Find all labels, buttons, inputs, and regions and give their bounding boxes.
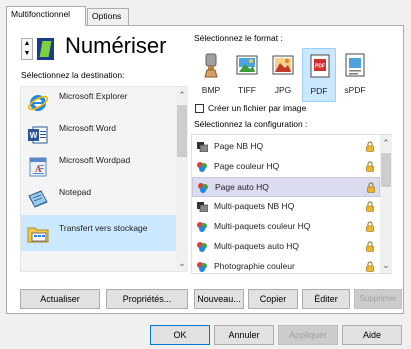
scroll-down-icon[interactable]: ⌄ — [380, 259, 392, 271]
scroll-thumb[interactable] — [177, 105, 187, 157]
color-scan-icon — [197, 162, 207, 172]
pdf-document-icon: PDF — [310, 54, 330, 78]
format-option-pdf[interactable]: PDF PDF — [302, 48, 336, 102]
color-scan-icon — [197, 222, 207, 232]
svg-text:W: W — [30, 131, 38, 140]
svg-text:PDF: PDF — [315, 64, 325, 70]
format-label-spdf: sPDF — [344, 85, 366, 95]
scroll-down-icon[interactable]: ⌄ — [176, 257, 188, 269]
scroll-up-icon[interactable]: ⌃ — [380, 137, 392, 149]
format-option-tiff[interactable]: TIFF — [230, 48, 264, 102]
destination-label: Sélectionnez la destination: — [21, 70, 125, 80]
config-label: Page couleur HQ — [214, 161, 280, 171]
color-scan-icon — [198, 183, 208, 193]
destination-scrollbar[interactable]: ⌃ ⌄ — [176, 87, 188, 271]
scan-title: Numériser — [65, 33, 167, 58]
spin-down-icon[interactable]: ▼ — [22, 49, 32, 59]
configuration-list[interactable]: Page NB HQ Page couleur HQ Page auto HQ … — [191, 134, 392, 274]
wordpad-icon: A — [29, 157, 47, 177]
list-item[interactable]: W Microsoft Word — [21, 119, 177, 151]
word-icon: W — [28, 126, 48, 144]
lock-icon — [366, 221, 374, 232]
config-label: Multi-paquets NB HQ — [214, 201, 295, 211]
destination-label-notepad: Notepad — [59, 187, 92, 197]
config-label: Photographie couleur — [214, 261, 295, 271]
create-file-checkbox[interactable] — [195, 104, 204, 113]
config-label: Multi-paquets couleur HQ — [214, 221, 311, 231]
help-button[interactable]: Aide — [342, 325, 402, 345]
ie-icon — [27, 95, 49, 111]
tiff-image-icon — [236, 55, 258, 75]
list-item[interactable]: A Microsoft Wordpad — [21, 151, 177, 183]
scan-badge-icon — [37, 38, 54, 60]
list-item[interactable]: Multi-paquets auto HQ — [192, 237, 380, 257]
configuration-scrollbar[interactable]: ⌃ ⌄ — [380, 135, 392, 273]
list-item[interactable]: Photographie couleur — [192, 257, 380, 277]
format-option-bmp[interactable]: BMP — [194, 48, 228, 102]
configuration-label: Sélectionnez la configuration : — [194, 119, 308, 129]
storage-icon — [27, 227, 49, 243]
format-label-pdf: PDF — [310, 86, 328, 96]
format-option-spdf[interactable]: sPDF — [338, 48, 372, 102]
config-label: Page NB HQ — [214, 141, 264, 151]
format-option-jpg[interactable]: JPG — [266, 48, 300, 102]
format-label-jpg: JPG — [274, 85, 292, 95]
list-item-selected[interactable]: Page auto HQ — [192, 177, 380, 197]
refresh-button[interactable]: Actualiser — [20, 289, 100, 309]
bw-scan-icon — [197, 142, 208, 152]
destination-label-explorer: Microsoft Explorer — [59, 91, 128, 101]
color-scan-icon — [197, 262, 207, 272]
notepad-icon — [28, 190, 48, 208]
list-item[interactable]: Multi-paquets NB HQ — [192, 197, 380, 217]
copy-button[interactable]: Copier — [248, 289, 298, 309]
destination-label-wordpad: Microsoft Wordpad — [59, 155, 131, 165]
spdf-document-icon — [345, 53, 365, 77]
destination-label-word: Microsoft Word — [59, 123, 116, 133]
edit-button[interactable]: Éditer — [302, 289, 350, 309]
cancel-button[interactable]: Annuler — [214, 325, 274, 345]
apply-button[interactable]: Appliquer — [278, 325, 338, 345]
lock-icon — [366, 261, 374, 272]
tab-multifonctionnel[interactable]: Multifonctionnel — [6, 6, 86, 26]
jpg-image-icon — [272, 55, 294, 75]
destination-list[interactable]: Microsoft Explorer W Microsoft Word A Mi… — [20, 86, 188, 272]
spin-up-icon[interactable]: ▲ — [22, 39, 32, 49]
new-button[interactable]: Nouveau... — [194, 289, 244, 309]
list-item[interactable]: Page couleur HQ — [192, 157, 380, 177]
bw-scan-icon — [197, 202, 208, 212]
config-label: Multi-paquets auto HQ — [214, 241, 300, 251]
list-item[interactable]: Multi-paquets couleur HQ — [192, 217, 380, 237]
scroll-up-icon[interactable]: ⌃ — [176, 89, 188, 101]
color-scan-icon — [197, 242, 207, 252]
list-item[interactable]: Microsoft Explorer — [21, 87, 177, 119]
lock-icon — [366, 201, 374, 212]
config-label: Page auto HQ — [215, 182, 269, 192]
format-label-tiff: TIFF — [238, 85, 256, 95]
ok-button[interactable]: OK — [150, 325, 210, 345]
format-label: Sélectionnez le format : — [194, 33, 283, 43]
format-label-bmp: BMP — [201, 85, 221, 95]
lock-icon — [366, 161, 374, 172]
scroll-thumb[interactable] — [381, 153, 391, 187]
scan-spinner[interactable]: ▲ ▼ — [21, 38, 33, 60]
delete-button[interactable]: Supprimer — [354, 289, 402, 309]
list-item-selected[interactable]: Transfert vers stockage — [21, 215, 177, 251]
tab-options[interactable]: Options — [87, 8, 129, 25]
list-item[interactable]: Page NB HQ — [192, 137, 380, 157]
bmp-brush-icon — [204, 53, 218, 78]
lock-icon — [366, 141, 374, 152]
properties-button[interactable]: Propriétés... — [106, 289, 188, 309]
lock-icon — [366, 241, 374, 252]
lock-icon — [367, 182, 375, 193]
create-file-label: Créer un fichier par image — [208, 103, 307, 113]
destination-label-storage: Transfert vers stockage — [59, 223, 148, 233]
list-item[interactable]: Notepad — [21, 183, 177, 215]
